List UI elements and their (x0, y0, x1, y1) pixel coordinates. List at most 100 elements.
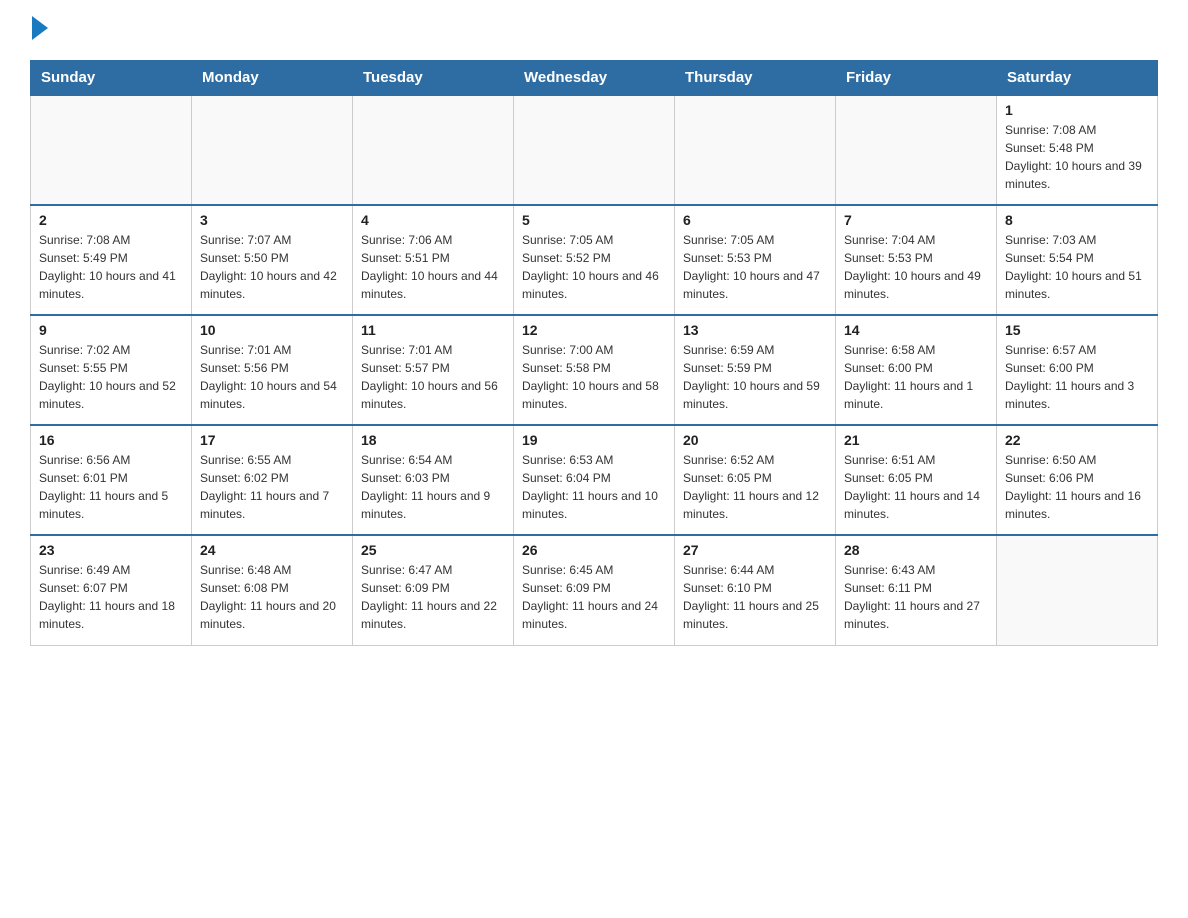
day-info: Sunrise: 7:02 AMSunset: 5:55 PMDaylight:… (39, 341, 183, 413)
calendar-cell: 19 Sunrise: 6:53 AMSunset: 6:04 PMDayligh… (514, 425, 675, 535)
day-number: 24 (200, 542, 344, 558)
calendar-header-friday: Friday (836, 61, 997, 96)
calendar-cell (353, 95, 514, 205)
day-info: Sunrise: 6:49 AMSunset: 6:07 PMDaylight:… (39, 561, 183, 633)
day-info: Sunrise: 6:56 AMSunset: 6:01 PMDaylight:… (39, 451, 183, 523)
calendar-cell: 21 Sunrise: 6:51 AMSunset: 6:05 PMDayligh… (836, 425, 997, 535)
day-number: 2 (39, 212, 183, 228)
day-number: 26 (522, 542, 666, 558)
calendar-cell: 3 Sunrise: 7:07 AMSunset: 5:50 PMDaylight… (192, 205, 353, 315)
day-number: 3 (200, 212, 344, 228)
logo-arrow-icon (32, 16, 48, 40)
day-info: Sunrise: 7:01 AMSunset: 5:57 PMDaylight:… (361, 341, 505, 413)
day-info: Sunrise: 7:05 AMSunset: 5:53 PMDaylight:… (683, 231, 827, 303)
day-info: Sunrise: 6:54 AMSunset: 6:03 PMDaylight:… (361, 451, 505, 523)
calendar-cell: 17 Sunrise: 6:55 AMSunset: 6:02 PMDayligh… (192, 425, 353, 535)
day-info: Sunrise: 7:00 AMSunset: 5:58 PMDaylight:… (522, 341, 666, 413)
calendar-header-sunday: Sunday (31, 61, 192, 96)
day-info: Sunrise: 6:59 AMSunset: 5:59 PMDaylight:… (683, 341, 827, 413)
calendar-cell: 9 Sunrise: 7:02 AMSunset: 5:55 PMDaylight… (31, 315, 192, 425)
calendar-cell: 2 Sunrise: 7:08 AMSunset: 5:49 PMDaylight… (31, 205, 192, 315)
calendar-cell: 25Sunrise: 6:47 AMSunset: 6:09 PMDayligh… (353, 535, 514, 645)
day-info: Sunrise: 7:04 AMSunset: 5:53 PMDaylight:… (844, 231, 988, 303)
day-info: Sunrise: 6:50 AMSunset: 6:06 PMDaylight:… (1005, 451, 1149, 523)
day-number: 11 (361, 322, 505, 338)
calendar-cell: 28 Sunrise: 6:43 AMSunset: 6:11 PMDayligh… (836, 535, 997, 645)
calendar-cell: 1 Sunrise: 7:08 AMSunset: 5:48 PMDaylight… (997, 95, 1158, 205)
day-info: Sunrise: 7:08 AMSunset: 5:48 PMDaylight:… (1005, 121, 1149, 193)
day-number: 10 (200, 322, 344, 338)
calendar-cell: 18Sunrise: 6:54 AMSunset: 6:03 PMDayligh… (353, 425, 514, 535)
calendar-cell (31, 95, 192, 205)
day-info: Sunrise: 6:53 AMSunset: 6:04 PMDaylight:… (522, 451, 666, 523)
day-number: 20 (683, 432, 827, 448)
day-info: Sunrise: 7:01 AMSunset: 5:56 PMDaylight:… (200, 341, 344, 413)
calendar-cell: 7 Sunrise: 7:04 AMSunset: 5:53 PMDaylight… (836, 205, 997, 315)
calendar-cell: 12 Sunrise: 7:00 AMSunset: 5:58 PMDayligh… (514, 315, 675, 425)
day-info: Sunrise: 7:03 AMSunset: 5:54 PMDaylight:… (1005, 231, 1149, 303)
calendar-cell (675, 95, 836, 205)
calendar-cell: 10 Sunrise: 7:01 AMSunset: 5:56 PMDayligh… (192, 315, 353, 425)
calendar-week-4: 16 Sunrise: 6:56 AMSunset: 6:01 PMDayligh… (31, 425, 1158, 535)
calendar-header-saturday: Saturday (997, 61, 1158, 96)
day-info: Sunrise: 6:48 AMSunset: 6:08 PMDaylight:… (200, 561, 344, 633)
day-info: Sunrise: 6:51 AMSunset: 6:05 PMDaylight:… (844, 451, 988, 523)
calendar-cell: 6 Sunrise: 7:05 AMSunset: 5:53 PMDaylight… (675, 205, 836, 315)
calendar-cell: 8 Sunrise: 7:03 AMSunset: 5:54 PMDaylight… (997, 205, 1158, 315)
day-number: 7 (844, 212, 988, 228)
day-number: 22 (1005, 432, 1149, 448)
day-number: 14 (844, 322, 988, 338)
day-number: 9 (39, 322, 183, 338)
calendar-cell: 26 Sunrise: 6:45 AMSunset: 6:09 PMDayligh… (514, 535, 675, 645)
day-number: 28 (844, 542, 988, 558)
logo (30, 20, 48, 40)
calendar-header-monday: Monday (192, 61, 353, 96)
day-number: 4 (361, 212, 505, 228)
calendar-cell: 4Sunrise: 7:06 AMSunset: 5:51 PMDaylight… (353, 205, 514, 315)
calendar-week-3: 9 Sunrise: 7:02 AMSunset: 5:55 PMDaylight… (31, 315, 1158, 425)
day-info: Sunrise: 7:08 AMSunset: 5:49 PMDaylight:… (39, 231, 183, 303)
day-number: 5 (522, 212, 666, 228)
day-info: Sunrise: 6:52 AMSunset: 6:05 PMDaylight:… (683, 451, 827, 523)
day-number: 17 (200, 432, 344, 448)
day-number: 6 (683, 212, 827, 228)
day-info: Sunrise: 6:55 AMSunset: 6:02 PMDaylight:… (200, 451, 344, 523)
calendar-cell: 22 Sunrise: 6:50 AMSunset: 6:06 PMDayligh… (997, 425, 1158, 535)
calendar-cell: 13 Sunrise: 6:59 AMSunset: 5:59 PMDayligh… (675, 315, 836, 425)
calendar-cell: 11 Sunrise: 7:01 AMSunset: 5:57 PMDayligh… (353, 315, 514, 425)
calendar-cell (997, 535, 1158, 645)
calendar-table: SundayMondayTuesdayWednesdayThursdayFrid… (30, 60, 1158, 646)
day-info: Sunrise: 6:57 AMSunset: 6:00 PMDaylight:… (1005, 341, 1149, 413)
page-header (30, 20, 1158, 40)
day-info: Sunrise: 6:45 AMSunset: 6:09 PMDaylight:… (522, 561, 666, 633)
day-info: Sunrise: 6:43 AMSunset: 6:11 PMDaylight:… (844, 561, 988, 633)
day-number: 27 (683, 542, 827, 558)
day-number: 15 (1005, 322, 1149, 338)
calendar-header-tuesday: Tuesday (353, 61, 514, 96)
day-number: 19 (522, 432, 666, 448)
calendar-cell: 14 Sunrise: 6:58 AMSunset: 6:00 PMDayligh… (836, 315, 997, 425)
day-number: 21 (844, 432, 988, 448)
calendar-cell: 15 Sunrise: 6:57 AMSunset: 6:00 PMDayligh… (997, 315, 1158, 425)
calendar-cell (514, 95, 675, 205)
calendar-cell: 27 Sunrise: 6:44 AMSunset: 6:10 PMDayligh… (675, 535, 836, 645)
day-number: 16 (39, 432, 183, 448)
day-number: 13 (683, 322, 827, 338)
day-info: Sunrise: 6:44 AMSunset: 6:10 PMDaylight:… (683, 561, 827, 633)
day-number: 8 (1005, 212, 1149, 228)
calendar-week-2: 2 Sunrise: 7:08 AMSunset: 5:49 PMDaylight… (31, 205, 1158, 315)
calendar-header-thursday: Thursday (675, 61, 836, 96)
day-number: 25 (361, 542, 505, 558)
day-info: Sunrise: 7:05 AMSunset: 5:52 PMDaylight:… (522, 231, 666, 303)
day-info: Sunrise: 6:58 AMSunset: 6:00 PMDaylight:… (844, 341, 988, 413)
calendar-cell: 20 Sunrise: 6:52 AMSunset: 6:05 PMDayligh… (675, 425, 836, 535)
calendar-cell: 24 Sunrise: 6:48 AMSunset: 6:08 PMDayligh… (192, 535, 353, 645)
calendar-header-row: SundayMondayTuesdayWednesdayThursdayFrid… (31, 61, 1158, 96)
calendar-cell: 16 Sunrise: 6:56 AMSunset: 6:01 PMDayligh… (31, 425, 192, 535)
day-number: 1 (1005, 102, 1149, 118)
day-number: 12 (522, 322, 666, 338)
calendar-week-1: 1 Sunrise: 7:08 AMSunset: 5:48 PMDaylight… (31, 95, 1158, 205)
day-number: 23 (39, 542, 183, 558)
calendar-cell: 23 Sunrise: 6:49 AMSunset: 6:07 PMDayligh… (31, 535, 192, 645)
day-info: Sunrise: 7:07 AMSunset: 5:50 PMDaylight:… (200, 231, 344, 303)
